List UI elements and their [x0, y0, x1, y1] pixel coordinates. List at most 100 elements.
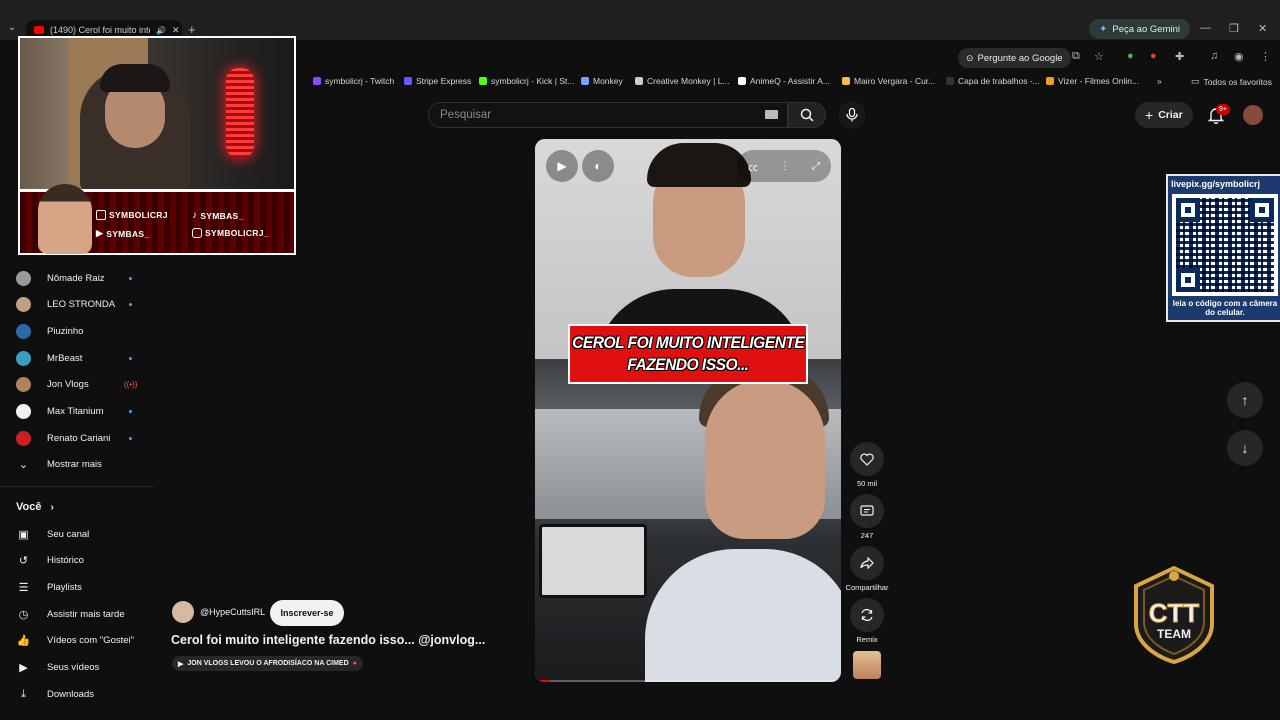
- tab-audio-icon[interactable]: 🔊: [156, 26, 166, 35]
- subscribe-button[interactable]: Inscrever-se: [270, 600, 344, 626]
- extension-red-icon[interactable]: ●: [1150, 50, 1157, 62]
- channel-name[interactable]: @HypeCuttsIRL: [200, 607, 265, 617]
- bookmark-favicon-icon: [1046, 77, 1054, 85]
- screen: ⌄ (1490) Cerol foi muito inteli 🔊 ✕ + ✦ …: [0, 0, 1280, 720]
- you-item[interactable]: ⤓ Downloads: [16, 684, 146, 704]
- bookmark-item[interactable]: Mairo Vergara - Cur...: [842, 76, 935, 86]
- subscription-item[interactable]: LEO STRONDA: [16, 295, 146, 315]
- bookmark-favicon-icon: [635, 77, 643, 85]
- qr-url: livepix.gg/symbolicrj: [1171, 179, 1261, 189]
- media-controls-icon[interactable]: ♫: [1210, 50, 1218, 62]
- live-broadcast-icon: ((•)): [124, 380, 138, 390]
- like-count: 50 mil: [856, 479, 877, 488]
- bookmark-item[interactable]: Creative Monkey | L...: [635, 76, 730, 86]
- subscription-label: Max Titanium: [47, 406, 104, 417]
- video-progress-bar[interactable]: [535, 680, 841, 682]
- install-app-icon[interactable]: ⧉: [1072, 50, 1080, 63]
- search-input[interactable]: Pesquisar: [428, 102, 788, 128]
- you-item[interactable]: ↺ Histórico: [16, 551, 146, 571]
- bookmark-favicon-icon: [479, 77, 487, 85]
- bookmark-item[interactable]: symbolicrj - Twitch: [313, 76, 394, 86]
- instagram-icon: [192, 228, 202, 238]
- user-square-icon: ▣: [18, 528, 29, 541]
- browser-menu-icon[interactable]: ⋮: [1260, 50, 1271, 63]
- bookmark-item[interactable]: symbolicrj - Kick | St...: [479, 76, 574, 86]
- you-item[interactable]: ☰ Playlists: [16, 577, 146, 597]
- gemini-button[interactable]: ✦ Peça ao Gemini: [1089, 19, 1190, 39]
- subscription-item[interactable]: Nômade Raiz: [16, 268, 146, 288]
- show-more-button[interactable]: ⌄ Mostrar mais: [16, 454, 146, 474]
- account-avatar[interactable]: [1243, 105, 1263, 125]
- qr-pattern: [1176, 198, 1274, 292]
- social-links-overlay: SYMBOLICRJ ♪ SYMBAS_ ▶ SYMBAS_ SYMBOLICRJ_: [18, 184, 296, 255]
- tab-title: (1490) Cerol foi muito inteli: [50, 25, 150, 35]
- video-car-scene: [535, 359, 841, 682]
- all-bookmarks-folder[interactable]: ▭ Todos os favoritos: [1191, 76, 1272, 87]
- sound-thumbnail[interactable]: [853, 651, 881, 679]
- ask-google-chip[interactable]: ⊙ Pergunte ao Google: [958, 48, 1071, 68]
- play-button[interactable]: ▶: [546, 150, 578, 182]
- subscription-item[interactable]: Renato Cariani: [16, 428, 146, 448]
- channel-avatar[interactable]: [172, 601, 194, 623]
- video-icon: ▶: [19, 662, 28, 674]
- bookmarks-overflow-icon[interactable]: »: [1157, 76, 1162, 86]
- you-item[interactable]: ▶ Seus vídeos: [16, 658, 146, 678]
- bookmark-star-icon[interactable]: ☆: [1094, 50, 1104, 63]
- create-button[interactable]: + Criar: [1135, 102, 1193, 128]
- you-item[interactable]: 👍 Vídeos com "Gostei": [16, 631, 146, 651]
- bookmark-label: Capa de trabalhos -...: [958, 76, 1040, 86]
- previous-short-button[interactable]: ↑: [1227, 382, 1263, 418]
- tab-search-button[interactable]: ⌄: [8, 22, 16, 33]
- bookmark-item[interactable]: Capa de trabalhos -...: [946, 76, 1040, 86]
- profile-icon[interactable]: ◉: [1234, 50, 1244, 63]
- search-button[interactable]: [788, 102, 826, 128]
- you-item[interactable]: ▣ Seu canal: [16, 524, 146, 544]
- voice-search-button[interactable]: [838, 101, 866, 129]
- google-lens-icon: ⊙: [966, 52, 974, 63]
- extensions-puzzle-icon[interactable]: ✚: [1175, 50, 1184, 63]
- restore-icon[interactable]: ❐: [1229, 22, 1239, 35]
- clock-icon: ◷: [18, 608, 29, 621]
- bookmark-label: Mairo Vergara - Cur...: [854, 76, 936, 86]
- remix-button[interactable]: [850, 598, 884, 632]
- like-button[interactable]: [850, 442, 884, 476]
- bookmark-favicon-icon: [404, 77, 412, 85]
- video-top-controls: ㏄ ⋮ ⤢: [737, 150, 831, 182]
- shorts-video-player[interactable]: CEROL FOI MUITO INTELIGENTE FAZENDO ISSO…: [535, 139, 841, 682]
- subscription-item[interactable]: Jon Vlogs ((•)): [16, 375, 146, 395]
- new-content-dot: [129, 436, 132, 440]
- video-caption-box: CEROL FOI MUITO INTELIGENTE FAZENDO ISSO…: [568, 324, 808, 384]
- captions-icon[interactable]: ㏄: [748, 159, 758, 174]
- plus-icon: +: [1145, 107, 1154, 123]
- tab-close-icon[interactable]: ✕: [172, 25, 180, 36]
- bookmark-item[interactable]: Monkey: [581, 76, 623, 86]
- bookmark-label: symbolicrj - Twitch: [325, 76, 395, 86]
- you-item[interactable]: ◷ Assistir mais tarde: [16, 604, 146, 624]
- subscription-item[interactable]: Piuzinho: [16, 321, 146, 341]
- subscription-label: Nômade Raiz: [47, 272, 105, 284]
- new-tab-button[interactable]: +: [188, 22, 196, 37]
- you-section-heading[interactable]: Você ›: [16, 501, 54, 513]
- related-video-chip[interactable]: ▶ JON VLOGS LEVOU O AFRODISÍACO NA CIMED…: [172, 656, 363, 671]
- share-button[interactable]: [850, 546, 884, 580]
- comments-button[interactable]: [850, 494, 884, 528]
- keyboard-icon[interactable]: [765, 110, 778, 119]
- bookmark-item[interactable]: Stripe Express: [404, 76, 471, 86]
- you-item-label: Vídeos com "Gostei": [47, 635, 135, 647]
- bookmark-item[interactable]: AnimeQ - Assistir A...: [738, 76, 830, 86]
- extension-green-icon[interactable]: ●: [1127, 50, 1134, 62]
- livepix-qr-overlay: livepix.gg/symbolicrj leia o código com …: [1166, 174, 1280, 322]
- close-window-icon[interactable]: ✕: [1258, 22, 1267, 35]
- more-options-icon[interactable]: ⋮: [780, 161, 790, 172]
- volume-button[interactable]: ◐: [582, 150, 614, 182]
- bookmark-item[interactable]: Vizer - Filmes Onlin...: [1046, 76, 1139, 86]
- history-icon: ↺: [18, 555, 29, 568]
- subscription-item[interactable]: MrBeast: [16, 348, 146, 368]
- minimize-icon[interactable]: —: [1200, 22, 1211, 34]
- video-title[interactable]: Cerol foi muito inteligente fazendo isso…: [171, 633, 485, 647]
- streamer-cartoon-avatar: [38, 184, 92, 254]
- new-content-dot: [129, 303, 132, 307]
- fullscreen-icon[interactable]: ⤢: [812, 161, 820, 172]
- subscription-item[interactable]: Max Titanium: [16, 402, 146, 422]
- next-short-button[interactable]: ↓: [1227, 430, 1263, 466]
